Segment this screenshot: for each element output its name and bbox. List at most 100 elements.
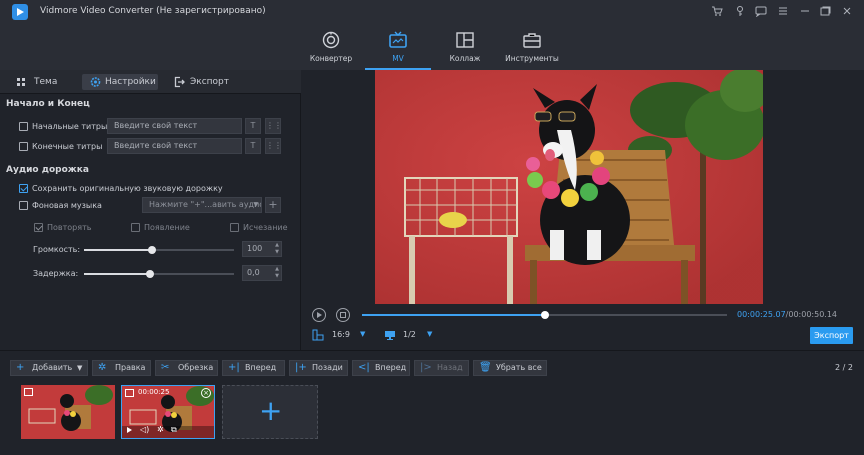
delay-slider[interactable] — [84, 270, 234, 278]
start-text-style-button[interactable]: T — [245, 118, 261, 134]
feedback-icon[interactable] — [754, 5, 768, 19]
add-button[interactable]: + Добавить ▼ — [10, 360, 88, 376]
remove-clip-close-icon[interactable]: × — [201, 388, 211, 398]
video-frame-image — [375, 70, 763, 304]
screen-chevron-down-icon[interactable]: ▼ — [427, 330, 432, 338]
menu-icon[interactable] — [776, 5, 790, 19]
move-behind-label: Позади — [312, 363, 343, 372]
minimize-icon[interactable] — [798, 5, 812, 19]
text-t-icon: T — [250, 141, 256, 150]
background-music-select[interactable]: Нажмите "+"...авить аудио ▼ — [142, 197, 262, 213]
delay-stepper[interactable]: 0,0 ▲ ▼ — [242, 265, 282, 281]
volume-stepper[interactable]: 100 ▲ ▼ — [242, 241, 282, 257]
play-icon — [317, 312, 322, 318]
subtab-settings-label: Настройки — [105, 77, 156, 87]
film-icon — [125, 389, 134, 397]
delay-slider-handle[interactable] — [146, 270, 154, 278]
monitor-icon — [384, 329, 396, 344]
tv-icon — [388, 31, 408, 49]
close-icon[interactable] — [840, 5, 854, 19]
app-logo-icon — [12, 4, 28, 20]
crop-icon[interactable]: ⧉ — [171, 425, 177, 435]
audio-icon[interactable]: ◁) — [140, 425, 149, 434]
maximize-icon[interactable] — [818, 5, 832, 19]
start-titles-checkbox[interactable] — [19, 122, 28, 131]
loop-checkbox[interactable] — [34, 223, 43, 232]
subtab-export-label: Экспорт — [190, 77, 230, 87]
subtab-bar: Тема Настройки Экспорт — [0, 70, 301, 94]
end-titles-label: Конечные титры — [32, 142, 103, 151]
start-titles-label: Начальные титры — [32, 122, 108, 131]
subtab-export[interactable]: Экспорт — [172, 74, 232, 90]
remove-all-button[interactable]: 🗑 Убрать все — [473, 360, 547, 376]
app-title: Vidmore Video Converter (Не зарегистриро… — [40, 6, 266, 16]
plus-icon: + — [268, 198, 278, 211]
stop-button[interactable] — [336, 308, 350, 322]
chevron-down-icon: ▼ — [253, 201, 258, 208]
move-back-button[interactable]: |> Назад — [414, 360, 469, 376]
subtab-theme-label: Тема — [34, 77, 58, 87]
scissors-icon: ✂ — [161, 362, 170, 373]
export-icon — [174, 74, 185, 96]
start-titles-input[interactable]: Введите свой текст — [107, 118, 242, 134]
end-text-style-button[interactable]: T — [245, 138, 261, 154]
film-icon — [24, 388, 33, 396]
arrow-left-icon: <| — [358, 362, 370, 373]
play-icon[interactable] — [127, 427, 132, 433]
delay-label: Задержка: — [33, 269, 79, 278]
export-button[interactable]: Экспорт — [810, 327, 853, 344]
tab-collage[interactable]: Коллаж — [432, 24, 498, 70]
screen-scale-value[interactable]: 1/2 — [403, 330, 416, 339]
background-music-checkbox[interactable] — [19, 201, 28, 210]
playback-progress-handle[interactable] — [540, 311, 549, 319]
stepper-arrows-icon[interactable]: ▲ ▼ — [275, 242, 279, 256]
cart-icon[interactable] — [710, 5, 724, 19]
end-text-settings-button[interactable]: ⋮⋮ — [265, 138, 282, 154]
remove-all-label: Убрать все — [496, 363, 542, 372]
move-ahead-button[interactable]: <| Вперед — [352, 360, 410, 376]
effects-icon[interactable]: ✲ — [157, 425, 164, 434]
arrow-right-icon: |> — [420, 362, 432, 373]
playback-progress-bar[interactable] — [362, 311, 727, 319]
edit-button[interactable]: ✲ Правка — [92, 360, 151, 376]
end-titles-input[interactable]: Введите свой текст — [107, 138, 242, 154]
clip-thumbnail-image — [21, 385, 115, 439]
video-preview[interactable] — [375, 70, 763, 304]
trim-button[interactable]: ✂ Обрезка — [155, 360, 218, 376]
tab-converter[interactable]: Конвертер — [298, 24, 364, 70]
move-behind-button[interactable]: |+ Позади — [289, 360, 348, 376]
player-controls: 00:00:25.07/00:00:50.14 16:9 ▼ 1/2 ▼ Экс… — [302, 304, 864, 350]
clip-strip: 00:00:25 × ◁) ✲ ⧉ + — [0, 380, 864, 455]
move-forward-label: Вперед — [245, 363, 277, 372]
volume-slider[interactable] — [84, 246, 234, 254]
aspect-ratio-icon — [312, 329, 324, 344]
aspect-ratio-value[interactable]: 16:9 — [332, 330, 350, 339]
subtab-theme[interactable]: Тема — [14, 74, 64, 90]
total-time: /00:00:50.14 — [785, 310, 838, 319]
aspect-chevron-down-icon[interactable]: ▼ — [360, 330, 365, 338]
tab-tools[interactable]: Инструменты — [499, 24, 565, 70]
move-ahead-label: Вперед — [375, 363, 407, 372]
keep-original-audio-checkbox[interactable] — [19, 184, 28, 193]
add-forward-icon: +| — [228, 362, 240, 373]
stop-icon — [340, 312, 346, 318]
audio-track-heading: Аудио дорожка — [6, 165, 89, 175]
end-titles-checkbox[interactable] — [19, 142, 28, 151]
clip-thumbnail[interactable] — [21, 385, 115, 439]
app-window: Vidmore Video Converter (Не зарегистриро… — [0, 0, 864, 455]
add-audio-button[interactable]: + — [265, 197, 281, 213]
add-clip-button[interactable]: + — [222, 385, 318, 439]
move-forward-button[interactable]: +| Вперед — [222, 360, 285, 376]
play-button[interactable] — [312, 308, 326, 322]
key-icon[interactable] — [733, 5, 747, 19]
tab-mv[interactable]: MV — [365, 24, 431, 70]
volume-slider-handle[interactable] — [147, 246, 156, 254]
tab-collage-label: Коллаж — [449, 54, 481, 63]
stepper-arrows-icon[interactable]: ▲ ▼ — [275, 266, 279, 280]
clip-duration: 00:00:25 — [138, 388, 170, 396]
fade-out-checkbox[interactable] — [230, 223, 239, 232]
subtab-settings[interactable]: Настройки — [82, 74, 158, 90]
clip-thumbnail-selected[interactable]: 00:00:25 × ◁) ✲ ⧉ — [121, 385, 215, 439]
fade-in-checkbox[interactable] — [131, 223, 140, 232]
start-text-settings-button[interactable]: ⋮⋮ — [265, 118, 282, 134]
